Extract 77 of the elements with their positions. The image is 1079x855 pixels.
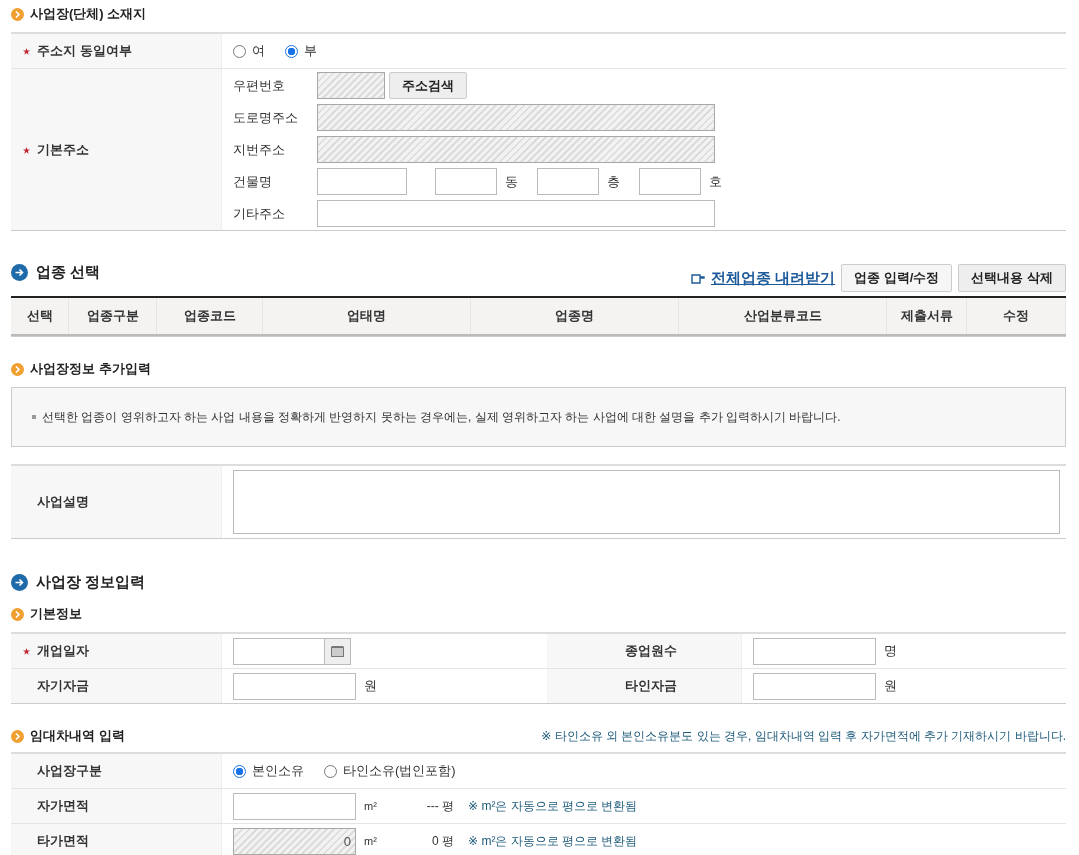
building-name-field[interactable] [317, 168, 407, 195]
pyeong-value: --- 평 [425, 797, 454, 815]
amount-field[interactable] [752, 637, 876, 665]
radio-button[interactable] [285, 44, 298, 58]
column-header: 업종코드 [157, 298, 263, 334]
radio-button[interactable] [233, 764, 246, 778]
unit-label: 원 [364, 677, 377, 695]
field-label: 타가면적 [37, 832, 89, 850]
conversion-note: ※ m²은 자동으로 평으로 변환됨 [468, 832, 638, 850]
chevron-bullet-icon [11, 729, 24, 743]
required-asterisk-icon [23, 146, 30, 154]
pyeong-value: 0 평 [430, 832, 454, 850]
unit-label: 명 [883, 642, 897, 660]
field-label: 타인자금 [624, 677, 677, 695]
required-asterisk-icon [23, 648, 30, 655]
address-label: 지번주소 [233, 140, 286, 159]
field-label: 사업설명 [37, 493, 89, 511]
industry-action-button[interactable]: 선택내용 삭제 [958, 264, 1066, 292]
address-label: 도로명주소 [233, 108, 299, 127]
address-field[interactable] [317, 200, 715, 227]
chevron-bullet-icon [11, 362, 24, 376]
date-field[interactable] [233, 637, 325, 665]
radio-button[interactable] [233, 44, 246, 58]
radio-label: 본인소유 [252, 762, 304, 780]
field-label: 개업일자 [37, 642, 89, 660]
field-label: 주소지 동일여부 [37, 42, 132, 60]
section-title: 기본정보 [30, 605, 82, 623]
building-unit-field[interactable] [639, 168, 701, 195]
unit-label: m² [364, 835, 378, 847]
field-label: 종업원수 [624, 642, 677, 660]
area-field[interactable] [233, 792, 356, 820]
column-header: 수정 [967, 298, 1066, 334]
field-label: 자가면적 [37, 797, 89, 815]
address-label: 기타주소 [233, 204, 286, 223]
column-header: 업종명 [471, 298, 679, 334]
column-header: 업태명 [263, 298, 471, 334]
section-title: 임대차내역 입력 [30, 727, 125, 745]
description-field[interactable] [233, 470, 1060, 534]
bullet-icon [32, 415, 36, 419]
radio-label: 부 [304, 42, 317, 60]
unit-label: m² [364, 800, 378, 812]
calendar-icon [331, 645, 344, 657]
address-label: 건물명 [233, 172, 273, 191]
radio-label: 여 [252, 42, 265, 60]
radio-label: 타인소유(법인포함) [343, 762, 456, 780]
unit-label: 호 [709, 172, 723, 191]
chevron-bullet-icon [11, 607, 24, 621]
column-header: 제출서류 [887, 298, 967, 334]
field-label: 기본주소 [37, 140, 89, 159]
column-header: 선택 [11, 298, 69, 334]
arrow-bullet-icon [11, 574, 28, 591]
section-title: 사업장(단체) 소재지 [30, 5, 147, 23]
required-asterisk-icon [23, 48, 30, 55]
lease-notice: ※ 타인소유 외 본인소유분도 있는 경우, 임대차내역 입력 후 자가면적에 추가 기재하시기 바랍니다. [541, 727, 1066, 745]
amount-field[interactable] [233, 672, 356, 700]
field-label: 자기자금 [37, 677, 89, 695]
column-header: 업종구분 [69, 298, 157, 334]
column-header: 산업분류코드 [679, 298, 887, 334]
unit-label: 동 [505, 172, 519, 191]
unit-label: 층 [607, 172, 621, 191]
notice-text: 선택한 업종이 영위하고자 하는 사업 내용을 정확하게 반영하지 못하는 경우에는, 실제 영위하고자 하는 사업에 대한 설명을 추가 입력하시기 바랍니다. [42, 408, 841, 426]
chevron-bullet-icon [11, 7, 24, 21]
arrow-bullet-icon [11, 264, 28, 281]
section-title: 사업장정보 추가입력 [30, 360, 151, 378]
address-label: 우편번호 [233, 76, 286, 95]
radio-button[interactable] [324, 764, 337, 778]
building-unit-field[interactable] [537, 168, 599, 195]
building-unit-field[interactable] [435, 168, 497, 195]
industry-action-button[interactable]: 업종 입력/수정 [841, 264, 953, 292]
amount-field[interactable] [752, 672, 876, 700]
section-title: 업종 선택 [36, 263, 101, 282]
conversion-note: ※ m²은 자동으로 평으로 변환됨 [468, 797, 638, 815]
field-label: 사업장구분 [37, 762, 102, 780]
calendar-button[interactable] [324, 637, 351, 665]
unit-label: 원 [883, 677, 897, 695]
download-link[interactable]: 전체업종 내려받기 [690, 268, 836, 288]
section-title: 사업장 정보입력 [36, 573, 146, 592]
